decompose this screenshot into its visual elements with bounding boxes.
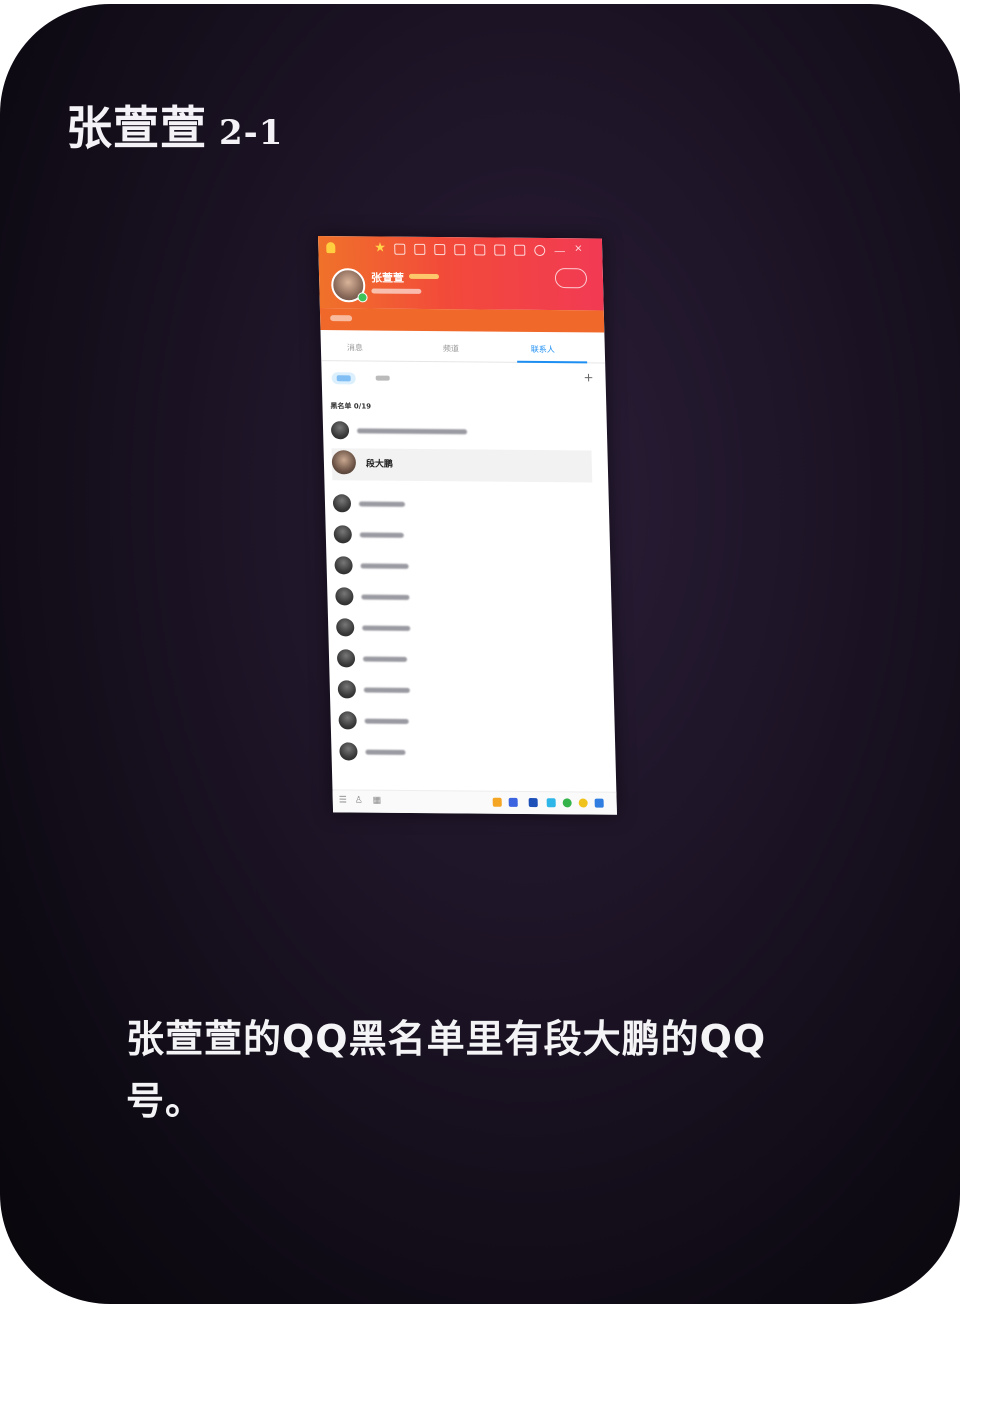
list-item-highlighted[interactable]: 段大鹏 [331, 448, 593, 483]
tab-contacts[interactable]: 联系人 [531, 344, 555, 355]
bottom-bar: ☰ ♙ ▦ [332, 789, 617, 815]
list-item[interactable] [336, 647, 598, 675]
menu-icon[interactable]: ☰ [339, 795, 347, 805]
subtab-friends[interactable] [331, 372, 356, 385]
subtab-friends-label [336, 375, 351, 382]
app-icon[interactable] [562, 798, 572, 808]
blurred-contact-name [364, 718, 409, 724]
blurred-contact-name [361, 594, 410, 600]
cloud-icon [554, 268, 588, 289]
list-item[interactable] [332, 492, 594, 520]
avatar [332, 494, 352, 513]
menu-icon[interactable] [534, 244, 546, 256]
qq-toolbar: ★ × [318, 240, 602, 260]
blurred-contact-name [360, 563, 409, 569]
main-tabs: 消息 频道 联系人 [320, 336, 606, 364]
blurred-contact-name [362, 625, 411, 631]
avatar [334, 556, 353, 575]
online-status-icon [357, 292, 368, 303]
contact-name: 段大鹏 [365, 459, 394, 470]
bag-icon[interactable] [414, 243, 426, 255]
vip-badge [408, 273, 440, 280]
signature-text[interactable] [371, 288, 422, 294]
blurred-contact-name [357, 428, 468, 435]
list-item[interactable] [339, 740, 600, 768]
minimize-icon[interactable] [554, 251, 566, 254]
grid-icon[interactable] [594, 798, 604, 808]
blurred-contact-name [358, 501, 406, 507]
blacklist-group-label[interactable]: 黑名单 0/19 [330, 401, 371, 411]
list-item[interactable] [338, 709, 599, 737]
list-item[interactable] [330, 419, 592, 447]
notice-text [330, 315, 353, 322]
card-tag: 2-1 [219, 113, 284, 153]
app-icon[interactable] [528, 798, 538, 808]
avatar [330, 421, 350, 440]
avatar [335, 587, 354, 606]
blurred-contact-name [362, 656, 408, 662]
bell-icon[interactable] [326, 242, 336, 254]
shirt-icon[interactable] [394, 243, 406, 255]
blurred-contact-name [363, 687, 410, 693]
qq-screenshot: ★ × 张萱萱 消息 频道 联系人 + 黑名单 0/19 段大鹏 ☰ ♙ ▦ [318, 236, 617, 815]
close-icon[interactable]: × [574, 243, 585, 255]
profile-name: 张萱萱 [370, 271, 405, 285]
notice-bar[interactable] [319, 308, 605, 333]
app-icon[interactable] [492, 797, 502, 807]
active-tab-indicator [517, 360, 588, 364]
avatar [335, 618, 355, 637]
character-name: 张萱萱 [66, 101, 207, 155]
avatar [339, 742, 358, 761]
story-card: 张萱萱 2-1 ★ × 张萱萱 消息 频道 联系人 + 黑名单 0/19 段大鹏… [0, 4, 960, 1304]
contact-subtabs: + [321, 368, 605, 390]
list-item[interactable] [335, 616, 597, 644]
subtab-groups[interactable] [375, 375, 390, 381]
card-title: 张萱萱 2-1 [66, 92, 283, 158]
qq-profile-header: ★ × 张萱萱 [318, 236, 604, 311]
add-contact-icon[interactable]: + [583, 370, 593, 384]
tab-messages[interactable]: 消息 [347, 342, 363, 353]
image-icon[interactable] [494, 244, 506, 256]
game-icon[interactable] [514, 244, 526, 256]
list-item[interactable] [333, 523, 595, 551]
avatar [338, 711, 357, 730]
avatar [336, 649, 356, 668]
list-item[interactable] [335, 585, 596, 613]
blurred-contact-name [359, 532, 404, 538]
card-caption: 张萱萱的QQ黑名单里有段大鹏的QQ号。 [126, 1017, 767, 1123]
tab-channels[interactable]: 频道 [443, 343, 459, 354]
list-item[interactable] [334, 554, 595, 582]
list-item[interactable] [337, 678, 599, 706]
phone-icon[interactable] [434, 244, 446, 256]
app-icon[interactable] [546, 798, 556, 808]
avatar [331, 450, 357, 475]
avatar [333, 525, 353, 544]
mail-icon[interactable] [474, 244, 486, 256]
avatar [337, 680, 357, 699]
app-icon[interactable] [578, 798, 588, 808]
apps-icon[interactable]: ▦ [373, 796, 382, 806]
add-friend-icon[interactable]: ♙ [355, 796, 363, 806]
blurred-contact-name [365, 749, 406, 755]
app-icon[interactable] [508, 797, 518, 807]
star-icon[interactable]: ★ [374, 240, 386, 255]
folder-icon[interactable] [454, 244, 466, 256]
